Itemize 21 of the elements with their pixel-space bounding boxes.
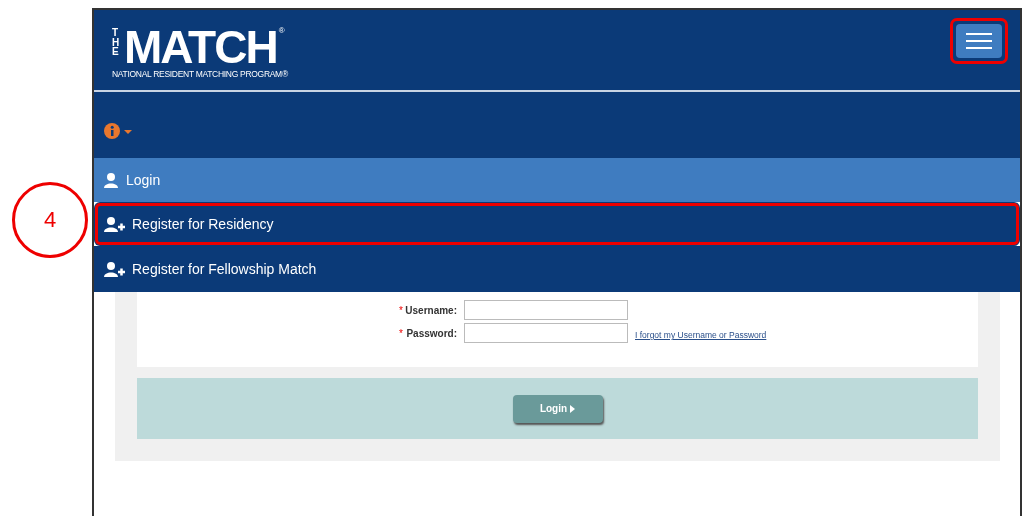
step-callout: 4: [12, 182, 88, 258]
caret-icon: [570, 404, 576, 413]
input-field[interactable]: [464, 300, 628, 320]
required-mark: *: [398, 327, 403, 339]
forgot-link[interactable]: I forgot my Username or Password: [635, 330, 767, 340]
logo-tagline: NATIONAL RESIDENT MATCHING PROGRAM®: [112, 69, 288, 79]
user-plus-icon: [104, 216, 126, 232]
field-label: Password:: [405, 327, 457, 339]
nav-item[interactable]: Register for Fellowship Match: [94, 246, 1020, 292]
user-plus-icon: [104, 261, 126, 277]
registered-mark: ®: [278, 26, 285, 35]
nav-item[interactable]: Login: [94, 158, 1020, 202]
field-label: Username:: [404, 304, 457, 316]
menu-button[interactable]: [956, 24, 1002, 58]
user-icon: [104, 172, 120, 188]
nav-item[interactable]: Register for Residency: [94, 202, 1020, 246]
required-mark: *: [398, 304, 403, 316]
logo-text: MATCH: [124, 26, 277, 68]
input-field[interactable]: [464, 323, 628, 343]
logo-text: THE: [112, 28, 121, 57]
info-dropdown-icon[interactable]: [104, 123, 134, 139]
